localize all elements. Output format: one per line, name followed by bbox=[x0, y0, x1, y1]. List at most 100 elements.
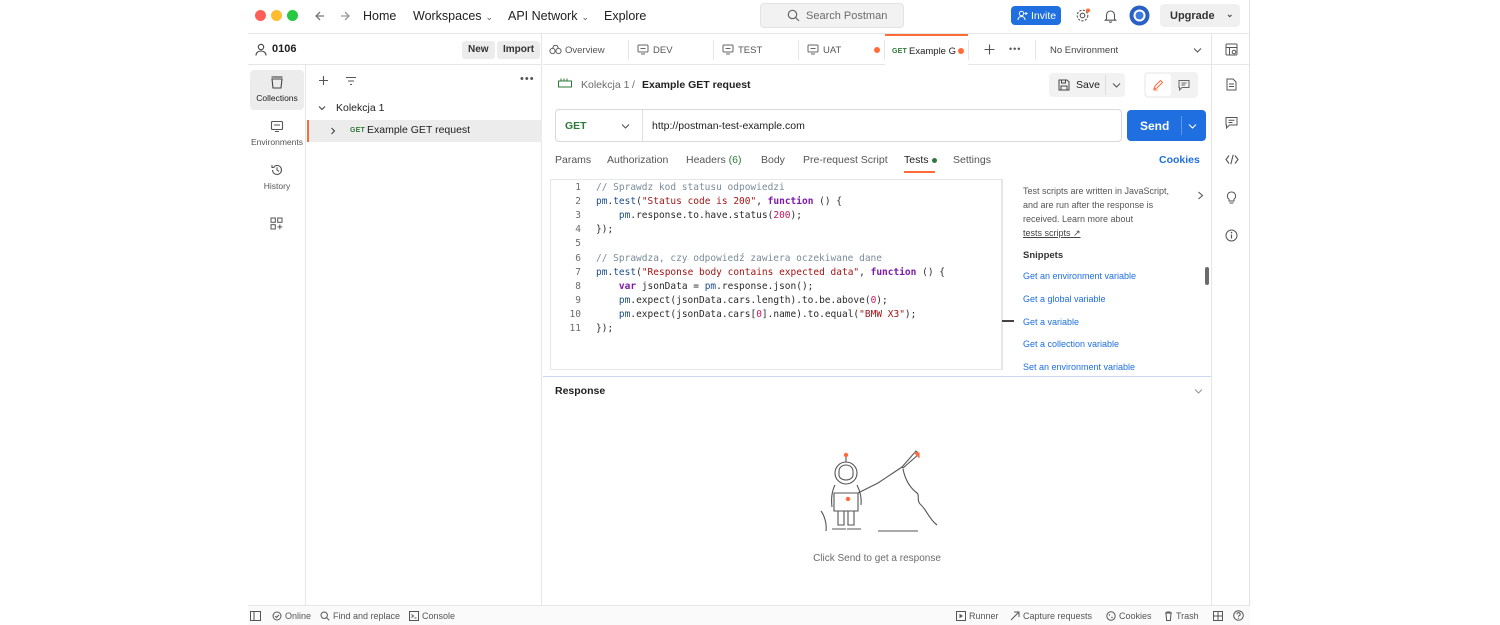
method-select[interactable]: GET bbox=[556, 110, 643, 141]
lightbulb-icon[interactable] bbox=[1226, 191, 1237, 205]
layout-grid-icon[interactable] bbox=[1213, 611, 1223, 621]
chevron-down-icon[interactable] bbox=[1194, 387, 1203, 395]
code-line[interactable]: pm.expect(jsonData.cars.length).to.be.ab… bbox=[596, 295, 888, 306]
breadcrumb-collection[interactable]: Kolekcja 1 bbox=[581, 79, 629, 91]
help-icon[interactable] bbox=[1233, 610, 1244, 621]
environment-icon bbox=[807, 44, 819, 55]
snippets-panel: Test scripts are written in JavaScript, … bbox=[1012, 179, 1212, 375]
maximize-window-icon[interactable] bbox=[287, 10, 298, 21]
snippet-item[interactable]: Get a variable bbox=[1023, 317, 1079, 327]
url-input[interactable]: http://postman-test-example.com bbox=[652, 120, 805, 132]
save-label: Save bbox=[1076, 79, 1100, 91]
minimize-window-icon[interactable] bbox=[271, 10, 282, 21]
sidebar-item-environments[interactable]: Environments bbox=[250, 115, 304, 155]
invite-button[interactable]: Invite bbox=[1011, 6, 1061, 25]
snippet-item[interactable]: Get a global variable bbox=[1023, 294, 1106, 304]
request-item[interactable]: GET Example GET request bbox=[307, 120, 542, 142]
chevron-down-icon[interactable] bbox=[1188, 122, 1197, 130]
online-status[interactable]: Online bbox=[272, 611, 311, 621]
user-avatar[interactable] bbox=[1129, 5, 1150, 26]
cookies-link[interactable]: Cookies bbox=[1159, 154, 1200, 166]
code-line[interactable]: }); bbox=[596, 323, 613, 334]
save-divider bbox=[1105, 75, 1106, 95]
nav-workspaces[interactable]: Workspaces ⌄ bbox=[413, 9, 493, 23]
cookies-footer[interactable]: Cookies bbox=[1106, 611, 1152, 621]
collection-name: Kolekcja 1 bbox=[336, 102, 385, 114]
chevron-right-icon[interactable] bbox=[1197, 191, 1204, 200]
tab-tests-label: Tests bbox=[904, 154, 929, 166]
send-button[interactable]: Send bbox=[1127, 110, 1206, 141]
capture-requests[interactable]: Capture requests bbox=[1010, 611, 1092, 621]
upgrade-button[interactable]: Upgrade ⌄ bbox=[1160, 4, 1240, 27]
new-button[interactable]: New bbox=[462, 41, 495, 59]
tab-dev[interactable]: DEV bbox=[629, 34, 713, 65]
line-number: 11 bbox=[569, 323, 581, 334]
more-tabs-icon[interactable]: ••• bbox=[1009, 44, 1021, 54]
collections-icon bbox=[270, 76, 284, 89]
more-options-icon[interactable]: ••• bbox=[520, 73, 535, 85]
console[interactable]: Console bbox=[409, 611, 455, 621]
tests-scripts-link[interactable]: tests scripts ↗ bbox=[1023, 228, 1081, 238]
collections-search-input[interactable] bbox=[369, 72, 509, 90]
search-input[interactable]: Search Postman bbox=[760, 3, 904, 28]
comment-icon[interactable] bbox=[1178, 79, 1190, 91]
save-button[interactable]: Save bbox=[1049, 73, 1125, 97]
environment-selector-label: No Environment bbox=[1050, 45, 1119, 56]
environment-selector[interactable]: No Environment bbox=[1036, 34, 1212, 65]
sidebar-item-apps[interactable] bbox=[250, 211, 304, 237]
import-button[interactable]: Import bbox=[497, 41, 541, 59]
runner[interactable]: Runner bbox=[956, 611, 999, 621]
code-line[interactable]: // Sprawdz kod statusu odpowiedzi bbox=[596, 182, 785, 193]
code-line[interactable]: var jsonData = pm.response.json(); bbox=[596, 281, 814, 292]
toggle-sidebar-icon[interactable] bbox=[250, 611, 261, 621]
snippet-item[interactable]: Get a collection variable bbox=[1023, 339, 1119, 349]
tab-body[interactable]: Body bbox=[761, 154, 785, 166]
tab-test[interactable]: TEST bbox=[714, 34, 798, 65]
filter-icon[interactable] bbox=[345, 76, 357, 86]
code-snippet-icon[interactable] bbox=[1225, 154, 1239, 165]
snippet-item[interactable]: Get an environment variable bbox=[1023, 271, 1136, 281]
unsaved-indicator bbox=[874, 47, 880, 53]
tab-overview[interactable]: Overview bbox=[543, 34, 628, 65]
find-and-replace[interactable]: Find and replace bbox=[320, 611, 400, 621]
tab-settings[interactable]: Settings bbox=[953, 154, 991, 166]
snippet-item[interactable]: Set an environment variable bbox=[1023, 362, 1135, 372]
nav-explore[interactable]: Explore bbox=[604, 9, 646, 23]
code-line[interactable]: pm.test("Status code is 200", function (… bbox=[596, 196, 842, 207]
tab-headers[interactable]: Headers (6) bbox=[686, 154, 741, 166]
edit-mode-button[interactable] bbox=[1146, 74, 1171, 96]
close-window-icon[interactable] bbox=[255, 10, 266, 21]
documentation-icon[interactable] bbox=[1226, 78, 1237, 91]
chevron-down-icon: ⌄ bbox=[581, 12, 590, 22]
apps-icon bbox=[270, 217, 283, 230]
new-tab-plus-icon[interactable] bbox=[984, 44, 995, 55]
tab-authorization[interactable]: Authorization bbox=[607, 154, 668, 166]
code-line[interactable]: pm.expect(jsonData.cars[0].name).to.equa… bbox=[596, 309, 916, 320]
sidebar-item-collections[interactable]: Collections bbox=[250, 70, 304, 110]
trash[interactable]: Trash bbox=[1164, 611, 1199, 621]
code-line[interactable]: pm.test("Response body contains expected… bbox=[596, 267, 945, 278]
tab-example-get-request[interactable]: GET Example G bbox=[885, 34, 968, 65]
empty-response-text: Click Send to get a response bbox=[813, 553, 941, 564]
comments-icon[interactable] bbox=[1225, 116, 1238, 129]
nav-home[interactable]: Home bbox=[363, 9, 396, 23]
snippets-scrollbar[interactable] bbox=[1205, 267, 1209, 285]
code-line[interactable]: }); bbox=[596, 224, 613, 235]
tab-uat[interactable]: UAT bbox=[799, 34, 884, 65]
tab-pre-request-script[interactable]: Pre-request Script bbox=[803, 154, 888, 166]
forward-arrow-icon[interactable] bbox=[339, 9, 351, 23]
code-line[interactable]: // Sprawdza, czy odpowiedź zawiera oczek… bbox=[596, 253, 882, 264]
environment-quick-look-icon[interactable] bbox=[1225, 43, 1238, 56]
settings-gear-icon[interactable] bbox=[1075, 8, 1090, 23]
tab-tests[interactable]: Tests bbox=[904, 154, 937, 166]
plus-icon[interactable] bbox=[318, 75, 329, 86]
info-icon[interactable] bbox=[1225, 229, 1238, 242]
tab-params[interactable]: Params bbox=[555, 154, 591, 166]
notifications-bell-icon[interactable] bbox=[1104, 8, 1117, 23]
back-arrow-icon[interactable] bbox=[314, 9, 326, 23]
send-divider bbox=[1181, 116, 1182, 135]
test-script-editor[interactable]: 1 // Sprawdz kod statusu odpowiedzi 2 pm.te… bbox=[550, 179, 1002, 370]
code-line[interactable]: pm.response.to.have.status(200); bbox=[596, 210, 802, 221]
nav-api-network[interactable]: API Network ⌄ bbox=[508, 9, 589, 23]
sidebar-item-history[interactable]: History bbox=[250, 159, 304, 199]
